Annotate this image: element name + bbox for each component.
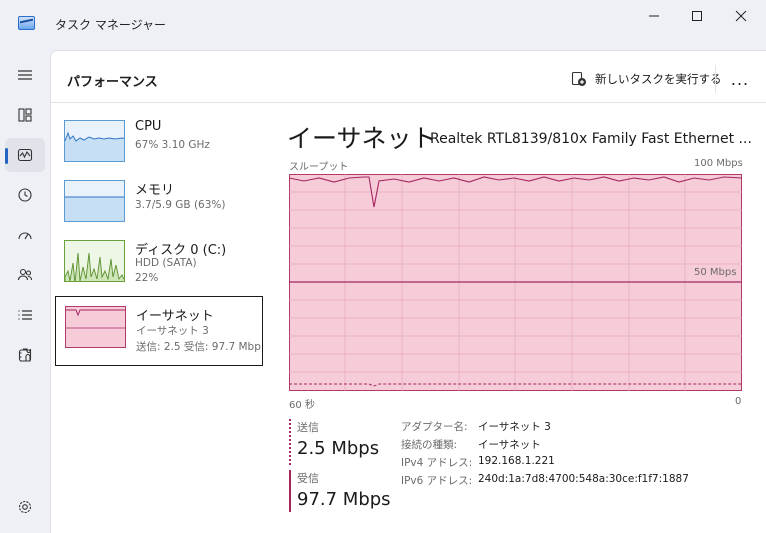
ethernet-thumbnail-graph: [65, 306, 126, 348]
cpu-thumbnail-graph: [64, 120, 125, 162]
app-history-icon: [18, 188, 32, 202]
device-throughput: 送信: 2.5 受信: 97.7 Mbp: [136, 341, 261, 353]
device-name: ディスク 0 (C:): [135, 243, 227, 258]
header-separator: [715, 65, 716, 93]
details-icon: [18, 310, 32, 320]
property-value: 240d:1a:7d8:4700:548a:30ce:f1f7:1887: [478, 473, 689, 485]
receive-indicator: [289, 470, 291, 512]
nav-startup-apps[interactable]: [5, 218, 45, 252]
device-memory[interactable]: メモリ 3.7/5.9 GB (63%): [55, 171, 263, 237]
title-bar: タスク マネージャー: [0, 0, 766, 50]
detail-title: イーサネット: [287, 124, 437, 153]
more-options-button[interactable]: ...: [726, 65, 754, 93]
property-key: アダプター名:: [401, 421, 468, 433]
hamburger-menu-button[interactable]: [5, 58, 45, 92]
nav-users[interactable]: [5, 258, 45, 292]
nav-processes[interactable]: [5, 98, 45, 132]
maximize-button[interactable]: [677, 4, 717, 28]
property-key: IPv6 アドレス:: [401, 475, 473, 487]
performance-icon: [17, 148, 33, 162]
device-detail: 3.7/5.9 GB (63%): [135, 199, 226, 211]
property-key: IPv4 アドレス:: [401, 457, 473, 469]
graph-mid-label: 50 Mbps: [694, 267, 737, 278]
nav-performance[interactable]: [5, 138, 45, 172]
send-label: 送信: [297, 421, 319, 434]
device-name: イーサネット: [136, 309, 214, 324]
nav-rail: [0, 50, 50, 533]
startup-apps-icon: [18, 232, 32, 240]
device-name: CPU: [135, 119, 162, 134]
device-name: メモリ: [135, 183, 175, 198]
task-manager-app-icon: [18, 16, 35, 30]
nav-settings[interactable]: [5, 490, 45, 524]
send-value: 2.5 Mbps: [297, 438, 380, 459]
minimize-icon: [649, 15, 659, 17]
run-task-icon: [571, 71, 586, 86]
graph-title-label: スループット: [289, 162, 349, 173]
device-detail: HDD (SATA): [135, 257, 197, 269]
users-icon: [17, 268, 33, 281]
property-value: 192.168.1.221: [478, 455, 555, 467]
throughput-graph: [289, 174, 742, 391]
processes-icon: [18, 108, 32, 122]
graph-max-label: 100 Mbps: [694, 158, 743, 169]
graph-zero-label: 0: [735, 396, 742, 407]
property-value: イーサネット: [478, 439, 541, 451]
nav-app-history[interactable]: [5, 178, 45, 212]
services-icon: [18, 348, 32, 362]
minimize-button[interactable]: [634, 4, 674, 28]
nav-services[interactable]: [5, 338, 45, 372]
memory-thumbnail-graph: [64, 180, 125, 222]
device-disk[interactable]: ディスク 0 (C:) HDD (SATA) 22%: [55, 231, 263, 297]
disk-thumbnail-graph: [64, 240, 125, 282]
adapter-description: Realtek RTL8139/810x Family Fast Etherne…: [430, 131, 752, 147]
device-cpu[interactable]: CPU 67% 3.10 GHz: [55, 111, 263, 177]
device-list: CPU 67% 3.10 GHz メモリ 3.7/5.9 GB (63%) ディ…: [51, 103, 263, 533]
property-value: イーサネット 3: [478, 421, 551, 433]
close-button[interactable]: [721, 4, 761, 28]
device-detail: 67% 3.10 GHz: [135, 139, 210, 151]
hamburger-menu-icon: [18, 70, 32, 80]
run-task-label: 新しいタスクを実行する: [595, 72, 722, 86]
device-usage: 22%: [135, 272, 159, 284]
property-key: 接続の種類:: [401, 439, 458, 451]
settings-icon: [18, 500, 32, 514]
send-indicator: [289, 419, 291, 465]
receive-label: 受信: [297, 472, 319, 485]
maximize-icon: [692, 11, 702, 21]
receive-value: 97.7 Mbps: [297, 489, 391, 510]
page-title: パフォーマンス: [67, 75, 158, 90]
window-title: タスク マネージャー: [55, 18, 166, 32]
close-icon: [735, 10, 747, 22]
device-ethernet[interactable]: イーサネット イーサネット 3 送信: 2.5 受信: 97.7 Mbp: [55, 296, 263, 366]
run-new-task-button[interactable]: 新しいタスクを実行する: [567, 65, 726, 93]
main-panel: パフォーマンス 新しいタスクを実行する ... CPU 67% 3.10 GHz…: [50, 50, 766, 533]
device-detail: イーサネット 3: [136, 325, 209, 337]
nav-details[interactable]: [5, 298, 45, 332]
graph-time-label: 60 秒: [289, 400, 315, 411]
